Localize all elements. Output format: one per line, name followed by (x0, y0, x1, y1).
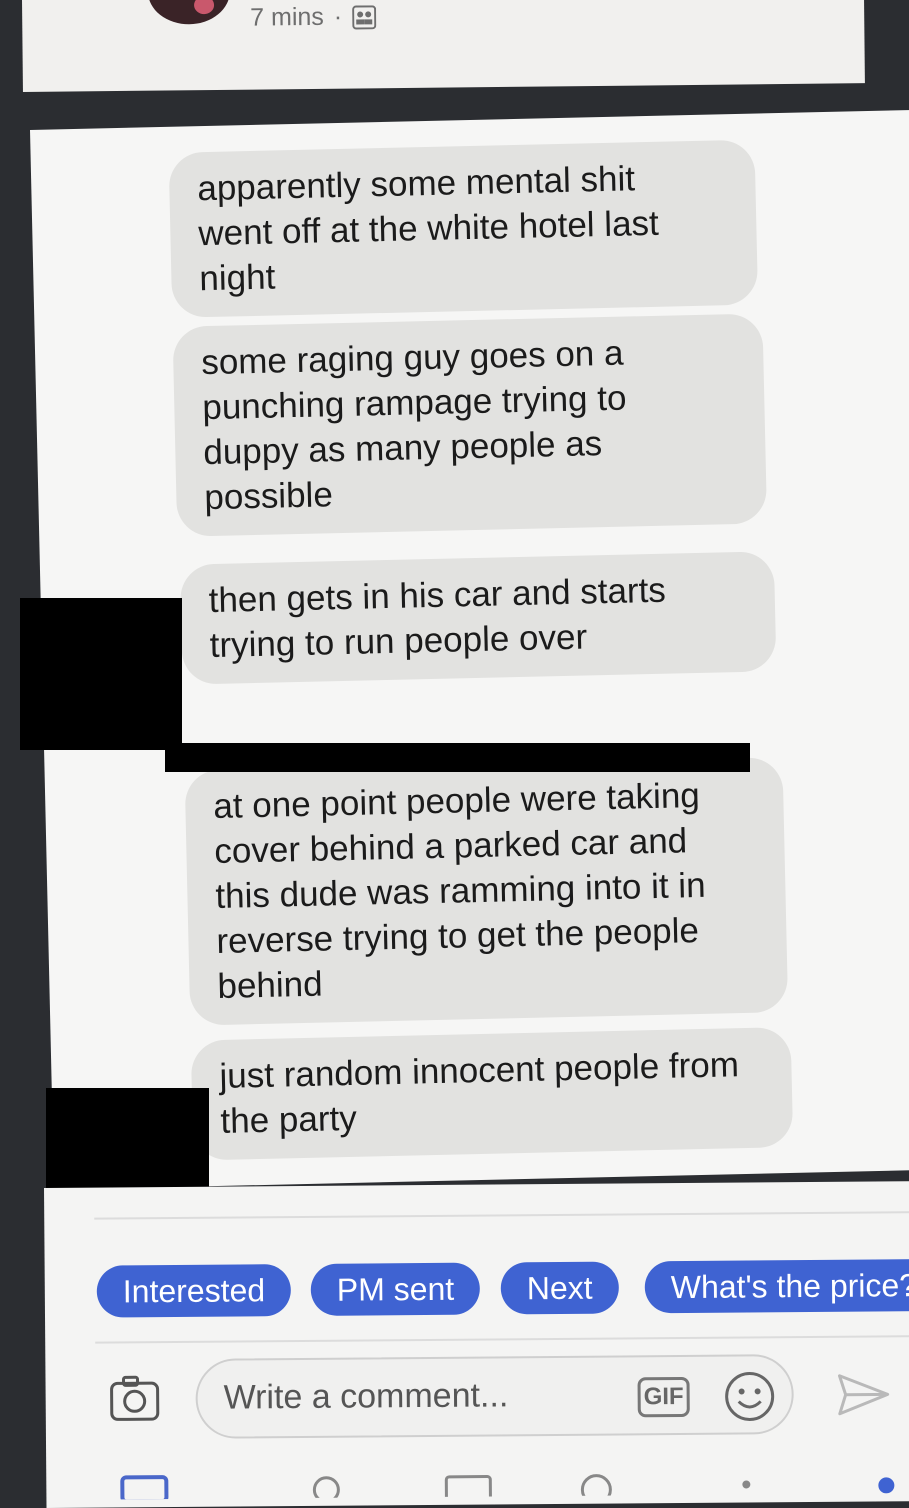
comment-input[interactable]: Write a comment... GIF (195, 1354, 794, 1439)
post-timestamp: 7 mins · (250, 2, 376, 32)
redaction-block (20, 598, 182, 750)
divider (94, 1211, 909, 1220)
group-audience-icon (352, 5, 376, 29)
comment-area: Interested PM sent Next What's the price… (44, 1181, 909, 1508)
redaction-bar (165, 743, 750, 772)
quick-reply-pm-sent[interactable]: PM sent (311, 1263, 481, 1316)
timestamp-text: 7 mins (250, 3, 324, 33)
quick-reply-next[interactable]: Next (501, 1261, 619, 1314)
smile-icon[interactable] (723, 1370, 775, 1422)
avatar[interactable] (148, 0, 231, 25)
post-header-card: 7 mins · (22, 0, 865, 92)
camera-icon[interactable] (109, 1375, 159, 1421)
message-bubble: some raging guy goes on a punching rampa… (173, 313, 768, 536)
message-bubble: apparently some mental shit went off at … (169, 140, 759, 318)
quick-reply-price[interactable]: What's the price? (645, 1259, 909, 1313)
quick-reply-interested[interactable]: Interested (97, 1264, 292, 1318)
message-bubble: just random innocent people from the par… (191, 1027, 794, 1161)
message-bubble: at one point people were taking cover be… (185, 757, 789, 1026)
timestamp-separator: · (334, 3, 343, 32)
message-bubble: then gets in his car and starts trying t… (180, 551, 777, 684)
send-icon[interactable] (835, 1371, 891, 1417)
bottom-nav-icons (106, 1463, 906, 1499)
divider (95, 1335, 909, 1344)
gif-icon[interactable]: GIF (638, 1377, 690, 1417)
comment-placeholder: Write a comment... (224, 1376, 509, 1417)
